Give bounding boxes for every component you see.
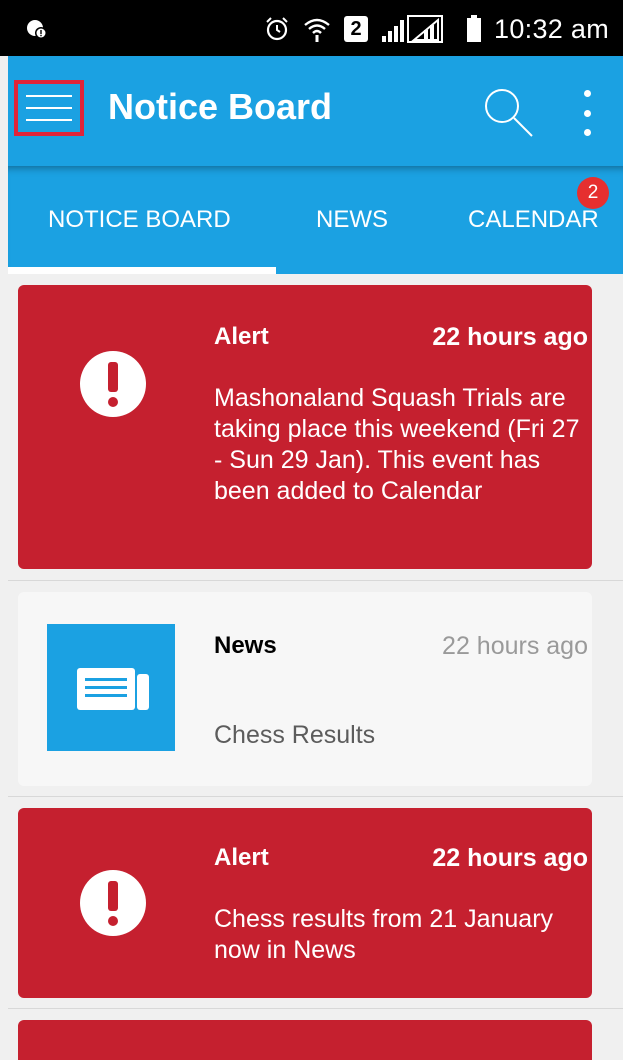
page-title: Notice Board [108, 86, 333, 127]
card-body: Chess results from 21 January now in New… [214, 905, 554, 964]
card-type: Alert [214, 323, 269, 350]
card-body: Chess Results [214, 721, 376, 749]
menu-button[interactable] [14, 80, 84, 136]
notice-card-alert[interactable]: Alert 22 hours ago Mashonaland Squash Tr… [18, 285, 592, 569]
alert-icon [80, 870, 146, 936]
more-vert-icon[interactable] [576, 90, 598, 136]
sim-icon: 2 [344, 16, 369, 42]
app-bar: Notice Board [8, 56, 623, 166]
notification-icon [27, 20, 47, 39]
more-dot [583, 109, 591, 117]
alarm-icon [266, 17, 288, 41]
news-icon [77, 668, 149, 710]
card-time: 22 hours ago [432, 844, 588, 872]
alert-icon [80, 351, 146, 417]
card-time: 22 hours ago [432, 323, 588, 351]
card-type: News [214, 632, 277, 659]
menu-icon [26, 95, 72, 97]
calendar-badge: 2 [577, 177, 609, 209]
status-time: 10:32 am [494, 13, 609, 44]
notice-card-news[interactable]: News 22 hours ago Chess Results [18, 592, 592, 786]
tab-calendar[interactable]: CALENDAR [468, 206, 599, 234]
tab-bar: NOTICE BOARD NEWS CALENDAR [8, 166, 623, 274]
divider [8, 1008, 623, 1009]
news-icon-tile [47, 624, 175, 751]
menu-icon-bar [26, 119, 72, 121]
notice-card-alert[interactable]: Alert 22 hours ago Chess results from 21… [18, 808, 592, 998]
battery-icon [467, 15, 482, 42]
divider [8, 580, 623, 581]
selected-tab-indicator [8, 267, 276, 274]
tab-news[interactable]: NEWS [316, 206, 388, 234]
menu-icon-bar [26, 107, 72, 109]
wifi-icon [304, 18, 330, 42]
tab-notice-board[interactable]: NOTICE BOARD [48, 206, 231, 234]
card-time: 22 hours ago [442, 632, 588, 660]
more-dot [583, 90, 591, 97]
card-body: Mashonaland Squash Trials are taking pla… [214, 384, 580, 505]
signal-icon [382, 15, 444, 43]
card-type: Alert [214, 844, 269, 871]
more-dot [583, 129, 591, 136]
divider [8, 796, 623, 797]
status-bar: 2 10:32 am [0, 0, 623, 56]
search-icon[interactable] [480, 84, 536, 140]
notice-card-alert-partial[interactable] [18, 1020, 592, 1060]
